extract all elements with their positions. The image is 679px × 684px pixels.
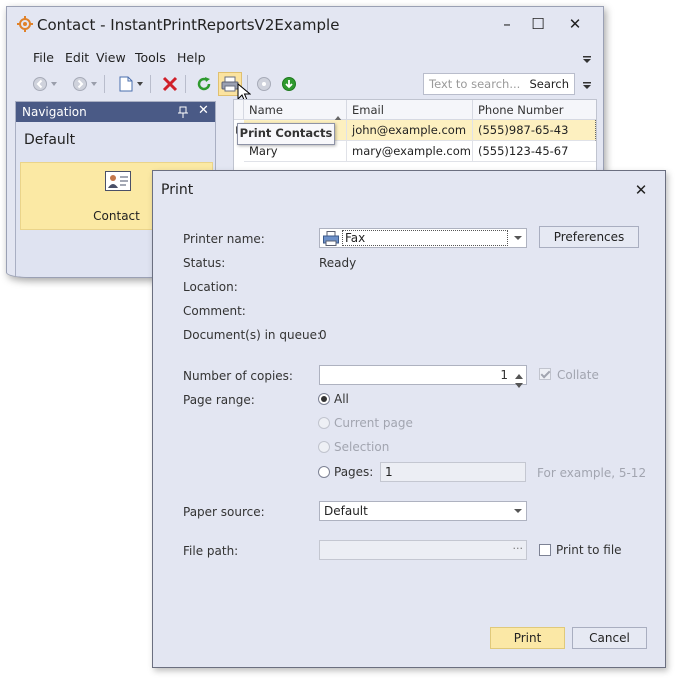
fax-printer-icon bbox=[323, 231, 339, 249]
forward-dropdown-icon[interactable] bbox=[89, 73, 99, 95]
row-indicator-header bbox=[234, 100, 244, 120]
maximize-button[interactable]: ☐ bbox=[523, 14, 553, 34]
chevron-down-icon bbox=[514, 236, 522, 240]
menu-tools[interactable]: Tools bbox=[135, 50, 166, 65]
column-header-name[interactable]: Name bbox=[244, 100, 347, 121]
cell-phone[interactable]: (555)123-45-67 bbox=[473, 141, 596, 162]
pages-value: 1 bbox=[385, 465, 393, 479]
printer-name-label: Printer name: bbox=[183, 232, 265, 246]
menu-file[interactable]: File bbox=[33, 50, 54, 65]
menu-bar: File Edit View Tools Help bbox=[7, 47, 603, 69]
status-value: Ready bbox=[319, 256, 357, 270]
new-dropdown-icon[interactable] bbox=[135, 73, 145, 95]
dialog-title: Print bbox=[161, 182, 194, 198]
cell-email[interactable]: john@example.com bbox=[347, 120, 473, 141]
menu-overflow-icon[interactable] bbox=[583, 53, 591, 67]
print-button[interactable]: Print bbox=[490, 627, 565, 649]
comment-label: Comment: bbox=[183, 304, 246, 318]
range-current-label: Current page bbox=[334, 416, 413, 430]
window-title: Contact - InstantPrintReportsV2Example bbox=[37, 16, 340, 34]
file-path-input[interactable]: ··· bbox=[319, 540, 527, 560]
print-to-file-checkbox[interactable] bbox=[539, 544, 551, 556]
search-placeholder: Text to search... bbox=[429, 77, 521, 91]
cell-email[interactable]: mary@example.com bbox=[347, 141, 473, 162]
toolbar-overflow-icon[interactable] bbox=[583, 79, 591, 93]
navigation-title: Navigation bbox=[22, 105, 87, 119]
cell-phone[interactable]: (555)987-65-43 bbox=[473, 120, 596, 141]
printer-name-select[interactable]: Fax bbox=[319, 228, 527, 248]
close-pane-icon[interactable]: ✕ bbox=[198, 103, 209, 118]
copies-stepper[interactable]: 1 bbox=[319, 365, 527, 388]
app-gear-icon bbox=[17, 16, 33, 35]
status-label: Status: bbox=[183, 256, 226, 270]
back-icon[interactable] bbox=[29, 73, 51, 95]
range-all-label: All bbox=[334, 392, 349, 406]
range-all-radio[interactable] bbox=[318, 393, 330, 405]
file-path-label: File path: bbox=[183, 544, 239, 558]
chevron-down-icon bbox=[514, 509, 522, 513]
menu-help[interactable]: Help bbox=[177, 50, 206, 65]
page-range-label: Page range: bbox=[183, 393, 255, 407]
paper-source-select[interactable]: Default bbox=[319, 501, 527, 521]
dialog-close-button[interactable]: ✕ bbox=[629, 179, 653, 201]
collate-checkbox[interactable] bbox=[539, 368, 551, 380]
navigation-group: Default bbox=[24, 132, 76, 148]
search-input[interactable]: Text to search... Search bbox=[423, 73, 575, 95]
search-button[interactable]: Search bbox=[529, 77, 569, 91]
print-to-file-label: Print to file bbox=[556, 543, 622, 557]
print-tooltip: Print Contacts bbox=[237, 123, 335, 145]
printer-name-value: Fax bbox=[342, 230, 508, 246]
range-current-radio[interactable] bbox=[318, 417, 330, 429]
pages-input[interactable]: 1 bbox=[380, 462, 526, 482]
location-label: Location: bbox=[183, 280, 238, 294]
minimize-button[interactable]: – bbox=[492, 14, 522, 34]
delete-icon[interactable] bbox=[159, 73, 181, 95]
new-document-icon[interactable] bbox=[115, 73, 137, 95]
queue-label: Document(s) in queue: bbox=[183, 328, 321, 342]
copies-value: 1 bbox=[500, 368, 508, 382]
title-bar: Contact - InstantPrintReportsV2Example –… bbox=[7, 7, 603, 43]
cancel-button[interactable]: Cancel bbox=[572, 627, 647, 649]
copies-label: Number of copies: bbox=[183, 369, 293, 383]
download-icon[interactable] bbox=[278, 73, 300, 95]
navigation-header: Navigation ✕ bbox=[16, 102, 215, 122]
pin-icon[interactable] bbox=[178, 106, 188, 121]
back-dropdown-icon[interactable] bbox=[49, 73, 59, 95]
refresh-icon[interactable] bbox=[193, 73, 215, 95]
column-header-email[interactable]: Email bbox=[347, 100, 473, 120]
range-pages-label: Pages: bbox=[334, 465, 374, 479]
tooltip-text: Print Contacts bbox=[239, 126, 333, 140]
range-pages-radio[interactable] bbox=[318, 466, 330, 478]
range-selection-label: Selection bbox=[334, 440, 390, 454]
column-header-name-label: Name bbox=[249, 103, 283, 117]
pages-hint: For example, 5-12 bbox=[537, 466, 647, 480]
contact-card-icon bbox=[105, 171, 131, 194]
print-dialog: Print ✕ Printer name: Fax Preferences St… bbox=[152, 170, 666, 668]
preferences-button[interactable]: Preferences bbox=[539, 226, 639, 248]
queue-value: 0 bbox=[319, 328, 327, 342]
range-selection-radio[interactable] bbox=[318, 441, 330, 453]
menu-edit[interactable]: Edit bbox=[65, 50, 89, 65]
forward-icon[interactable] bbox=[69, 73, 91, 95]
paper-source-value: Default bbox=[324, 504, 368, 518]
browse-ellipsis-button[interactable]: ··· bbox=[513, 542, 524, 555]
disabled-info-icon[interactable] bbox=[253, 73, 275, 95]
spin-down-icon[interactable] bbox=[515, 377, 523, 391]
close-window-button[interactable]: ✕ bbox=[560, 14, 590, 34]
column-header-phone[interactable]: Phone Number bbox=[473, 100, 596, 120]
paper-source-label: Paper source: bbox=[183, 505, 265, 519]
menu-view[interactable]: View bbox=[96, 50, 126, 65]
collate-label: Collate bbox=[557, 368, 599, 382]
